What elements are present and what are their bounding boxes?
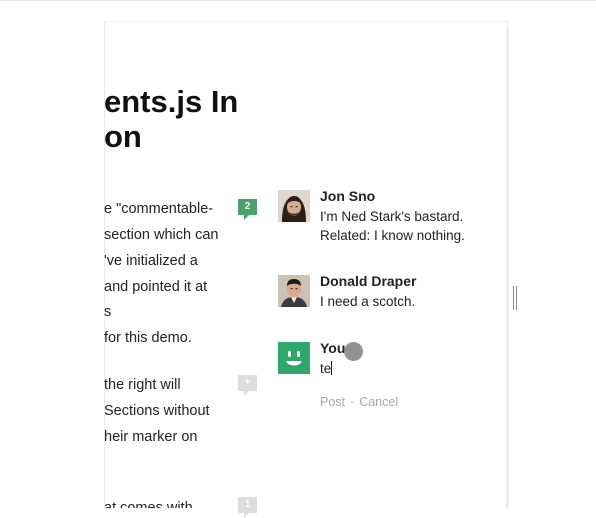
comment-actions: Post · Cancel — [320, 395, 398, 409]
paragraph-2-line: Sections without — [104, 403, 210, 419]
title-line-2: on — [104, 119, 142, 154]
paragraph-2-line: the right will — [104, 377, 181, 393]
comment-author: Donald Draper — [320, 273, 417, 289]
comment-author: You — [320, 340, 346, 356]
paragraph-1-line: for this demo. — [104, 330, 192, 346]
touch-cursor-indicator — [344, 342, 363, 361]
article-body: ents.js In on e "commentable- section wh… — [104, 0, 244, 508]
cancel-button[interactable]: Cancel — [359, 395, 398, 409]
paragraph-2-line: heir marker on — [104, 429, 198, 445]
comment-text-line: I'm Ned Stark's bastard. — [320, 209, 464, 224]
avatar-donald-draper — [278, 275, 310, 307]
comment-author: Jon Sno — [320, 188, 376, 204]
comment-text-line: I need a scotch. — [320, 294, 416, 309]
paragraph-1-line: s — [104, 304, 112, 320]
top-divider — [0, 0, 596, 1]
text-caret — [331, 361, 333, 375]
paragraph-1-line: and pointed it at — [104, 279, 208, 295]
comment-count-marker[interactable]: 2 — [238, 199, 257, 220]
title-line-1: ents.js In — [104, 84, 239, 119]
paragraph-1-line: 've initialized a — [104, 253, 198, 269]
paragraph-1-line: section which can — [104, 227, 219, 243]
avatar-jon-sno — [278, 190, 310, 222]
post-button[interactable]: Post — [320, 395, 345, 409]
resize-handle[interactable] — [513, 286, 518, 310]
paragraph-1-line: e "commentable- — [104, 201, 214, 217]
comment-text-line: Related: I know nothing. — [320, 228, 465, 243]
card-shadow — [506, 28, 509, 508]
add-comment-marker[interactable]: + — [238, 375, 257, 396]
comment-count-marker[interactable]: 1 — [238, 497, 257, 518]
paragraph-3-line: at comes with — [104, 500, 193, 508]
action-separator: · — [350, 395, 355, 409]
comment-input[interactable]: te — [320, 361, 333, 376]
comment-input-value: te — [320, 361, 332, 376]
smiley-avatar-icon — [278, 342, 310, 374]
article-title: ents.js In on — [104, 84, 244, 154]
